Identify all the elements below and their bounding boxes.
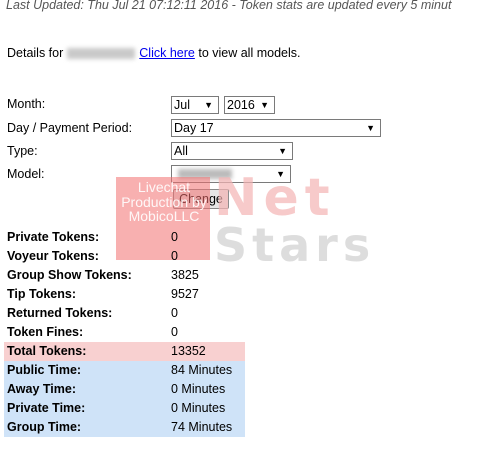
stat-value: 9527 [171, 287, 199, 301]
details-suffix: to view all models. [198, 46, 301, 60]
stat-row-private-time: Private Time: 0 Minutes [4, 399, 245, 418]
period-select-value: Day 17 [174, 121, 214, 135]
stat-value: 74 Minutes [171, 420, 233, 434]
month-select-value: Jul [174, 98, 190, 112]
stat-value: 3825 [171, 268, 199, 282]
type-select-value: All [174, 144, 188, 158]
view-all-models-link[interactable]: Click here [139, 46, 195, 60]
chevron-down-icon: ▼ [366, 123, 375, 133]
stat-row-group-show-tokens: Group Show Tokens: 3825 [4, 266, 245, 285]
month-select[interactable]: Jul ▼ [171, 96, 219, 114]
stat-label: Returned Tokens: [7, 306, 113, 320]
month-label: Month: [7, 97, 46, 111]
stat-row-total-tokens: Total Tokens: 13352 [4, 342, 245, 361]
chevron-down-icon: ▼ [260, 100, 269, 110]
stat-label: Group Show Tokens: [7, 268, 132, 282]
stat-label: Tip Tokens: [7, 287, 76, 301]
model-label: Model: [7, 167, 45, 181]
stat-label: Away Time: [7, 382, 77, 396]
chevron-down-icon: ▼ [278, 146, 287, 156]
stat-row-returned-tokens: Returned Tokens: 0 [4, 304, 245, 323]
stat-row-group-time: Group Time: 74 Minutes [4, 418, 245, 437]
period-select[interactable]: Day 17 ▼ [171, 119, 381, 137]
stat-label: Voyeur Tokens: [7, 249, 99, 263]
details-prefix: Details for [7, 46, 64, 60]
stat-value: 0 [171, 325, 178, 339]
redacted-model-name [67, 48, 136, 60]
stat-row-tip-tokens: Tip Tokens: 9527 [4, 285, 245, 304]
stat-label: Private Tokens: [7, 230, 100, 244]
stat-row-token-fines: Token Fines: 0 [4, 323, 245, 342]
year-select[interactable]: 2016 ▼ [224, 96, 275, 114]
stat-value: 84 Minutes [171, 363, 233, 377]
stat-label: Private Time: [7, 401, 86, 415]
stat-value: 0 Minutes [171, 401, 226, 415]
stat-label: Public Time: [7, 363, 82, 377]
period-label: Day / Payment Period: [7, 121, 133, 135]
stat-row-public-time: Public Time: 84 Minutes [4, 361, 245, 380]
type-label: Type: [7, 144, 38, 158]
stat-label: Total Tokens: [7, 344, 87, 358]
watermark-text: Livechat Production by MobicoLLC [121, 179, 207, 224]
stat-row-away-time: Away Time: 0 Minutes [4, 380, 245, 399]
stat-label: Group Time: [7, 420, 82, 434]
stat-value: 13352 [171, 344, 206, 358]
last-updated-text: Last Updated: Thu Jul 21 07:12:11 2016 -… [6, 0, 452, 12]
stat-value: 0 [171, 249, 178, 263]
type-select[interactable]: All ▼ [171, 142, 293, 160]
chevron-down-icon: ▼ [204, 100, 213, 110]
details-line: Details for Click here to view all models… [7, 46, 300, 60]
year-select-value: 2016 [227, 98, 255, 112]
stat-row-private-tokens: Private Tokens: 0 [4, 228, 245, 247]
stat-label: Token Fines: [7, 325, 84, 339]
stat-value: 0 [171, 306, 178, 320]
stat-row-voyeur-tokens: Voyeur Tokens: 0 [4, 247, 245, 266]
stat-value: 0 Minutes [171, 382, 226, 396]
stat-value: 0 [171, 230, 178, 244]
